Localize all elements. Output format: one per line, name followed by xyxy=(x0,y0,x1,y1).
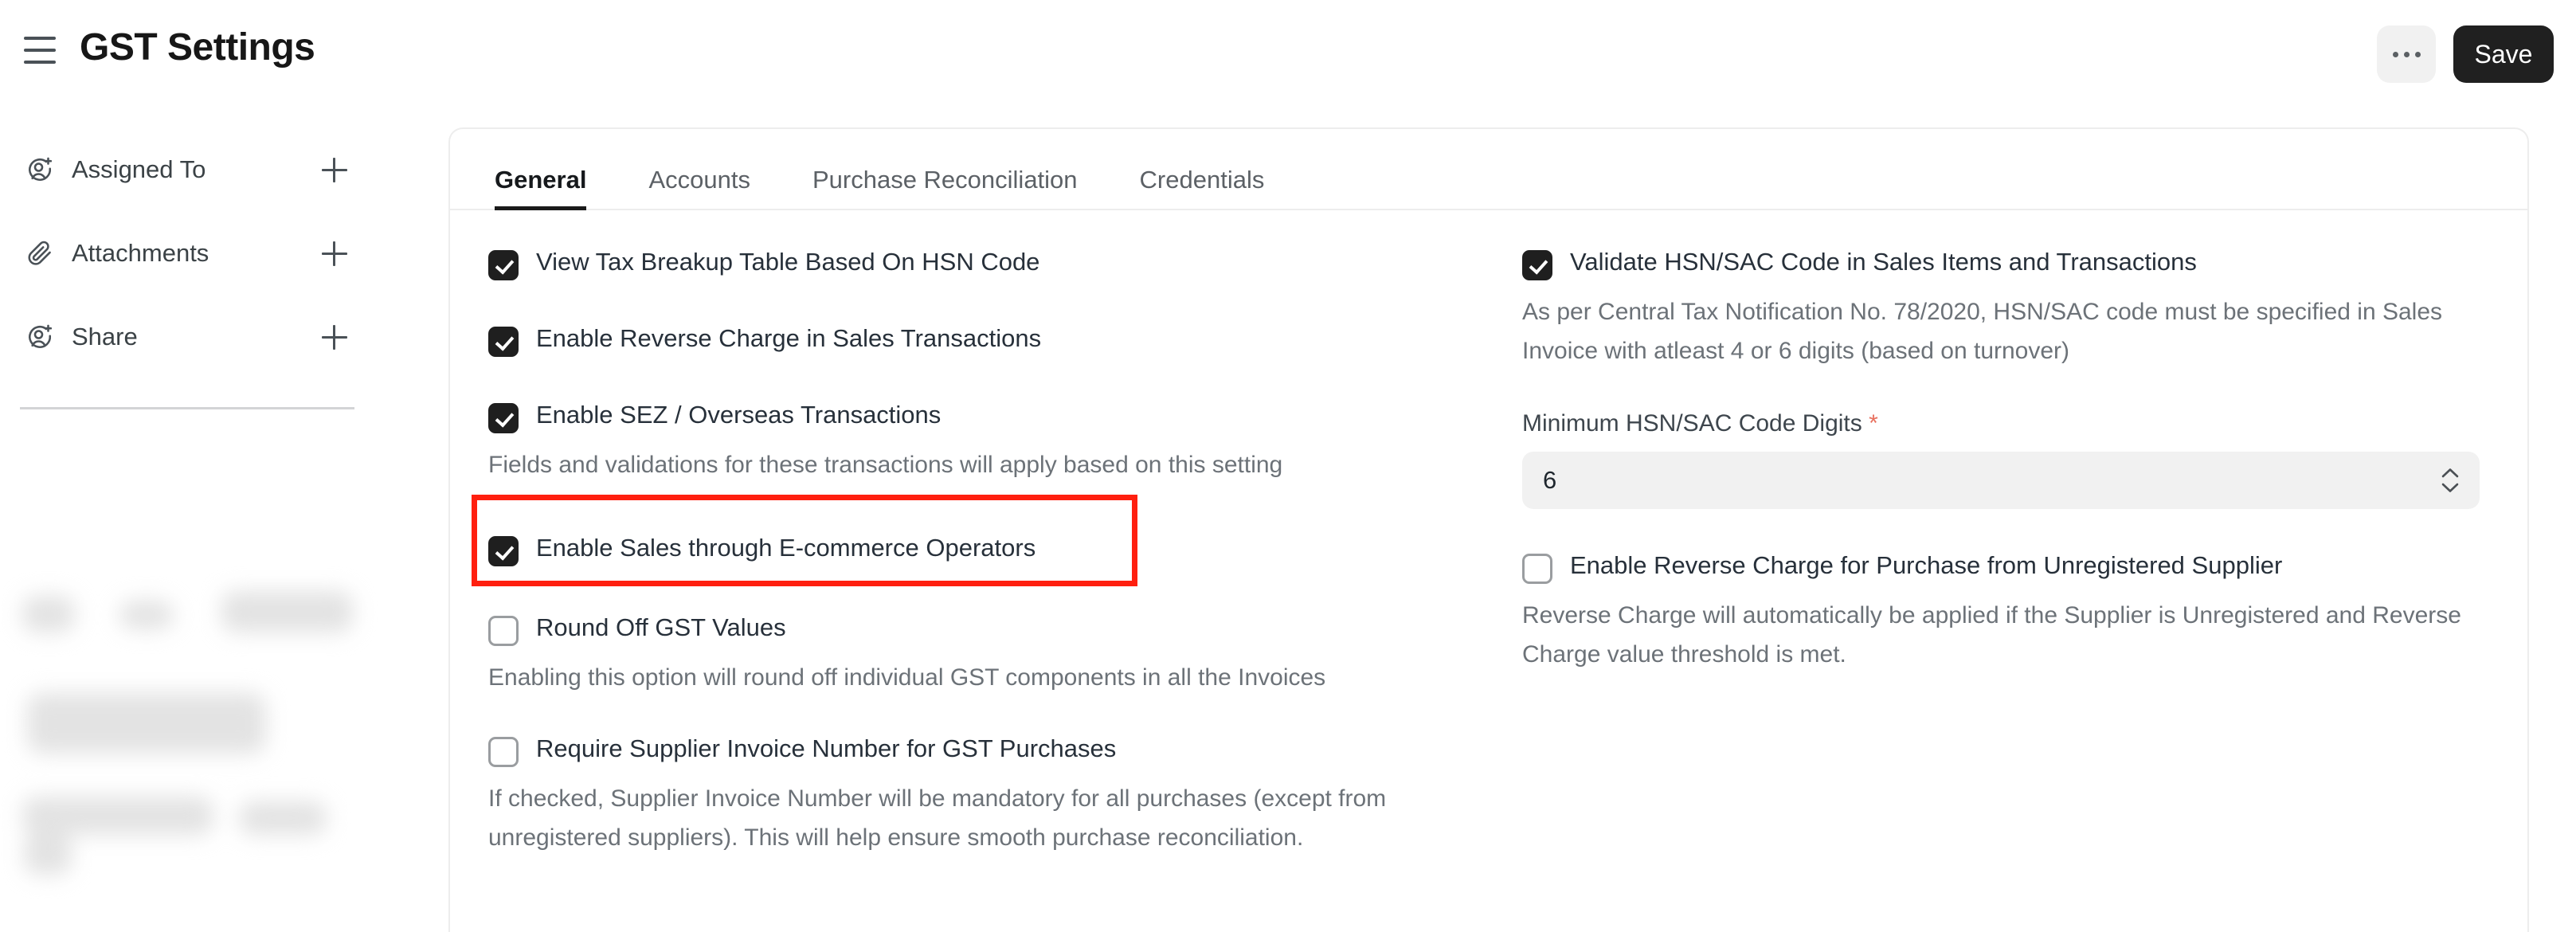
checkbox-enable-ecommerce-operators[interactable]: Enable Sales through E-commerce Operator… xyxy=(488,533,1441,566)
checkbox-round-off-gst-values[interactable]: Round Off GST Values xyxy=(488,613,1441,646)
round-off-description: Enabling this option will round off indi… xyxy=(488,664,1326,691)
checkbox-label: Enable Reverse Charge for Purchase from … xyxy=(1570,551,2283,580)
sidebar-item-share[interactable]: Share xyxy=(24,295,350,378)
ellipsis-dot xyxy=(2403,51,2410,57)
checkbox-require-supplier-invoice-number[interactable]: Require Supplier Invoice Number for GST … xyxy=(488,734,1441,768)
tab-general[interactable]: General xyxy=(495,166,587,210)
checkbox-checked-icon[interactable] xyxy=(488,327,519,357)
sidebar-item-label: Attachments xyxy=(72,238,209,267)
add-assigned-to-button[interactable] xyxy=(319,154,350,186)
tab-bar: General Accounts Purchase Reconciliation… xyxy=(450,129,2527,210)
hamburger-bar xyxy=(24,60,56,64)
page-title: GST Settings xyxy=(80,26,315,69)
checkbox-checked-icon[interactable] xyxy=(488,403,519,433)
ellipsis-icon xyxy=(2392,51,2421,57)
number-stepper[interactable] xyxy=(2441,468,2459,493)
checkbox-label: Enable Reverse Charge in Sales Transacti… xyxy=(536,324,1042,352)
tab-credentials[interactable]: Credentials xyxy=(1140,166,1265,209)
checkbox-label: View Tax Breakup Table Based On HSN Code xyxy=(536,248,1040,276)
tab-accounts[interactable]: Accounts xyxy=(648,166,750,209)
paperclip-icon xyxy=(24,237,56,269)
checkbox-unchecked-icon[interactable] xyxy=(1522,554,1552,585)
app-header: GST Settings Save xyxy=(0,0,2576,118)
min-hsn-digits-label-text: Minimum HSN/SAC Code Digits xyxy=(1522,410,1862,437)
checkbox-checked-icon[interactable] xyxy=(1522,250,1552,280)
checkbox-reverse-charge-unregistered-supplier[interactable]: Enable Reverse Charge for Purchase from … xyxy=(1522,550,2480,585)
required-asterisk: * xyxy=(1869,410,1878,437)
checkbox-label: Validate HSN/SAC Code in Sales Items and… xyxy=(1570,248,2197,276)
checkbox-enable-reverse-charge-sales[interactable]: Enable Reverse Charge in Sales Transacti… xyxy=(488,323,1441,357)
min-hsn-digits-value: 6 xyxy=(1543,466,1557,495)
checkbox-checked-icon[interactable] xyxy=(488,535,519,566)
sidebar-item-assigned-to[interactable]: Assigned To xyxy=(24,127,350,211)
hamburger-bar xyxy=(24,48,56,52)
checkbox-label: Require Supplier Invoice Number for GST … xyxy=(536,734,1117,763)
checkbox-enable-sez-overseas[interactable]: Enable SEZ / Overseas Transactions xyxy=(488,400,1441,433)
assign-user-icon xyxy=(24,154,56,186)
settings-right-column: Validate HSN/SAC Code in Sales Items and… xyxy=(1489,247,2527,857)
sez-overseas-description: Fields and validations for these transac… xyxy=(488,452,1283,478)
checkbox-checked-icon[interactable] xyxy=(488,250,519,280)
checkbox-unchecked-icon[interactable] xyxy=(488,737,519,768)
sidebar-divider xyxy=(20,407,354,409)
settings-card: General Accounts Purchase Reconciliation… xyxy=(448,127,2529,932)
sidebar-item-label: Share xyxy=(72,322,138,350)
add-attachment-button[interactable] xyxy=(319,237,350,269)
min-hsn-digits-input[interactable]: 6 xyxy=(1522,452,2480,510)
validate-hsn-description: As per Central Tax Notification No. 78/2… xyxy=(1522,299,2443,364)
hamburger-bar xyxy=(24,36,56,40)
reverse-charge-unregistered-description: Reverse Charge will automatically be app… xyxy=(1522,602,2461,668)
general-tab-panel: View Tax Breakup Table Based On HSN Code… xyxy=(450,210,2527,857)
ellipsis-dot xyxy=(2392,51,2398,57)
header-actions: Save xyxy=(2377,25,2554,83)
checkbox-view-tax-breakup[interactable]: View Tax Breakup Table Based On HSN Code xyxy=(488,247,1441,280)
sidebar-item-attachments[interactable]: Attachments xyxy=(24,211,350,295)
checkbox-validate-hsn-sac-code[interactable]: Validate HSN/SAC Code in Sales Items and… xyxy=(1522,247,2480,280)
require-supplier-invoice-description: If checked, Supplier Invoice Number will… xyxy=(488,785,1387,851)
sidebar: Assigned To Attachments Share xyxy=(0,127,374,875)
ellipsis-dot xyxy=(2414,51,2421,57)
checkbox-unchecked-icon[interactable] xyxy=(488,615,519,646)
tab-purchase-reconciliation[interactable]: Purchase Reconciliation xyxy=(812,166,1078,209)
min-hsn-digits-label: Minimum HSN/SAC Code Digits * xyxy=(1522,410,2480,437)
settings-left-column: View Tax Breakup Table Based On HSN Code… xyxy=(450,247,1489,857)
chevron-up-icon xyxy=(2441,468,2459,478)
checkbox-label: Enable SEZ / Overseas Transactions xyxy=(536,401,942,429)
sidebar-item-label: Assigned To xyxy=(72,155,206,183)
share-user-icon xyxy=(24,321,56,353)
blurred-sidebar-content xyxy=(0,574,374,908)
checkbox-label: Enable Sales through E-commerce Operator… xyxy=(536,533,1036,562)
add-share-button[interactable] xyxy=(319,321,350,353)
header-left-group: GST Settings xyxy=(0,0,315,67)
save-button[interactable]: Save xyxy=(2453,25,2554,83)
hamburger-icon[interactable] xyxy=(24,33,56,64)
chevron-down-icon xyxy=(2441,483,2459,492)
more-options-button[interactable] xyxy=(2377,25,2436,83)
checkbox-label: Round Off GST Values xyxy=(536,613,786,641)
